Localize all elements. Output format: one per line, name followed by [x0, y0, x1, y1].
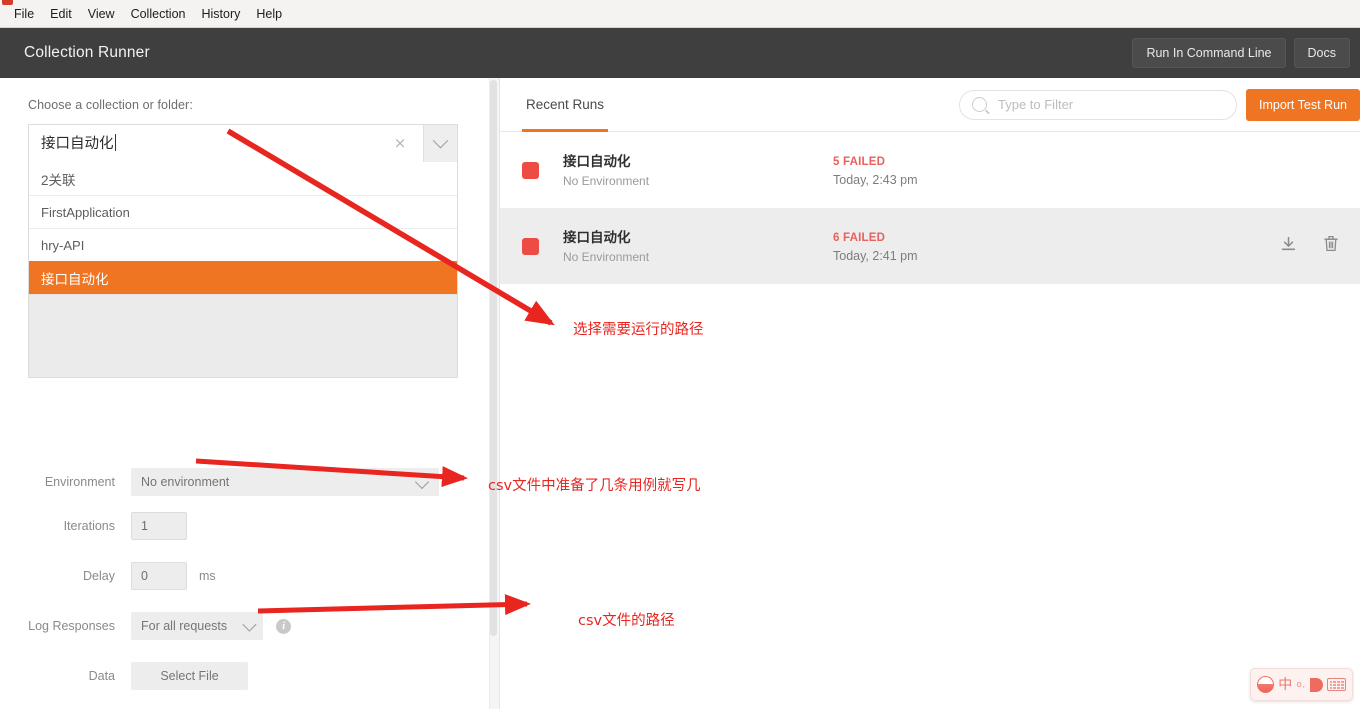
dropdown-toggle-button[interactable]: [423, 125, 457, 162]
menu-item-history[interactable]: History: [193, 4, 248, 24]
runner-settings-form: Environment No environment Iterations 1 …: [0, 468, 489, 709]
runner-body: Choose a collection or folder: 接口自动化 × 2…: [0, 78, 1360, 709]
run-meta: 接口自动化 No Environment: [563, 153, 833, 188]
header-actions: Run In Command Line Docs: [1132, 38, 1360, 68]
run-environment: No Environment: [563, 249, 650, 264]
menu-item-help[interactable]: Help: [248, 4, 290, 24]
run-timestamp: Today, 2:43 pm: [833, 172, 918, 187]
punctuation-icon[interactable]: о,: [1297, 679, 1306, 690]
docs-button[interactable]: Docs: [1293, 38, 1350, 68]
menu-item-view[interactable]: View: [80, 4, 123, 24]
environment-select[interactable]: No environment: [131, 468, 439, 496]
chevron-down-icon: [242, 617, 257, 632]
collection-runner-window: File Edit View Collection History Help C…: [0, 0, 1360, 709]
list-item[interactable]: 2关联: [29, 162, 457, 195]
log-responses-select[interactable]: For all requests: [131, 612, 264, 640]
run-actions: [1281, 235, 1360, 257]
delay-input[interactable]: 0: [131, 562, 187, 590]
runner-config-panel: Choose a collection or folder: 接口自动化 × 2…: [0, 78, 489, 709]
run-failed-count: 6 FAILED: [833, 231, 886, 244]
run-result: 5 FAILED Today, 2:43 pm: [833, 154, 1053, 187]
menu-item-edit[interactable]: Edit: [42, 4, 80, 24]
run-in-command-line-button[interactable]: Run In Command Line: [1132, 38, 1286, 68]
chevron-down-icon: [414, 474, 430, 490]
text-caret: [114, 134, 116, 151]
collection-runner-header: Collection Runner Run In Command Line Do…: [0, 28, 1360, 78]
iterations-input[interactable]: 1: [131, 512, 187, 540]
list-item[interactable]: hry-API: [29, 228, 457, 261]
import-test-run-button[interactable]: Import Test Run: [1245, 88, 1360, 121]
delete-icon[interactable]: [1324, 235, 1338, 257]
select-file-button[interactable]: Select File: [131, 662, 248, 690]
clear-icon[interactable]: ×: [391, 134, 409, 152]
collection-list: 2关联 FirstApplication hry-API 接口自动化: [29, 162, 457, 377]
search-input[interactable]: [995, 96, 1220, 113]
data-row: Data Select File: [0, 662, 489, 690]
collection-search-input[interactable]: 接口自动化: [41, 134, 116, 153]
ime-toolbar[interactable]: 中 о,: [1250, 668, 1353, 701]
menu-item-collection[interactable]: Collection: [123, 4, 194, 24]
chevron-down-icon: [432, 132, 449, 149]
delay-unit-label: ms: [199, 569, 216, 583]
collection-search-row[interactable]: 接口自动化 ×: [29, 125, 457, 162]
data-label: Data: [88, 669, 115, 683]
recent-runs-list: 接口自动化 No Environment 5 FAILED Today, 2:4…: [500, 132, 1360, 284]
iterations-row: Iterations 1: [0, 512, 489, 540]
run-collection-name: 接口自动化: [563, 153, 631, 169]
iterations-label: Iterations: [63, 519, 115, 533]
recent-runs-panel: Recent Runs Import Test Run 接口自动化 No Env…: [500, 78, 1360, 709]
list-empty-area: [29, 294, 457, 377]
sogou-logo-icon[interactable]: [1257, 676, 1274, 693]
delay-row: Delay 0 ms: [0, 562, 489, 590]
page-title: Collection Runner: [24, 44, 150, 61]
panel-divider: [499, 78, 500, 709]
log-responses-row: Log Responses For all requests i: [0, 612, 489, 640]
run-result: 6 FAILED Today, 2:41 pm: [833, 230, 1053, 263]
delay-label: Delay: [83, 569, 115, 583]
run-failed-count: 5 FAILED: [833, 155, 886, 168]
environment-label: Environment: [44, 475, 115, 489]
log-responses-label: Log Responses: [28, 619, 115, 633]
choose-collection-label: Choose a collection or folder:: [28, 98, 193, 112]
list-item[interactable]: FirstApplication: [29, 195, 457, 228]
run-collection-name: 接口自动化: [563, 229, 631, 245]
recent-runs-toolbar: Recent Runs Import Test Run: [500, 78, 1360, 132]
table-row[interactable]: 接口自动化 No Environment 6 FAILED Today, 2:4…: [500, 208, 1360, 284]
keyboard-icon[interactable]: [1327, 678, 1346, 691]
filter-search-box[interactable]: [958, 89, 1237, 120]
tab-recent-runs[interactable]: Recent Runs: [522, 78, 609, 132]
download-icon[interactable]: [1281, 236, 1296, 257]
log-responses-value: For all requests: [141, 619, 228, 633]
environment-row: Environment No environment: [0, 468, 489, 496]
search-icon: [971, 97, 987, 112]
run-timestamp: Today, 2:41 pm: [833, 248, 918, 263]
window-icon: [2, 0, 13, 5]
menu-item-file[interactable]: File: [6, 4, 42, 24]
collection-selector: 接口自动化 × 2关联 FirstApplication hry-API 接口自…: [28, 124, 458, 378]
status-badge: [522, 237, 539, 255]
list-item-selected[interactable]: 接口自动化: [29, 261, 457, 294]
info-icon[interactable]: i: [276, 618, 292, 634]
chinese-mode-icon[interactable]: 中: [1278, 678, 1292, 692]
table-row[interactable]: 接口自动化 No Environment 5 FAILED Today, 2:4…: [500, 132, 1360, 208]
run-meta: 接口自动化 No Environment: [563, 229, 833, 264]
environment-value: No environment: [141, 475, 230, 489]
application-menubar: File Edit View Collection History Help: [0, 0, 1360, 28]
left-panel-scrollbar-thumb[interactable]: [490, 80, 497, 636]
half-moon-icon[interactable]: [1309, 677, 1323, 692]
run-environment: No Environment: [563, 173, 650, 188]
status-badge: [522, 161, 539, 179]
toolbar-actions: Import Test Run: [958, 88, 1360, 121]
